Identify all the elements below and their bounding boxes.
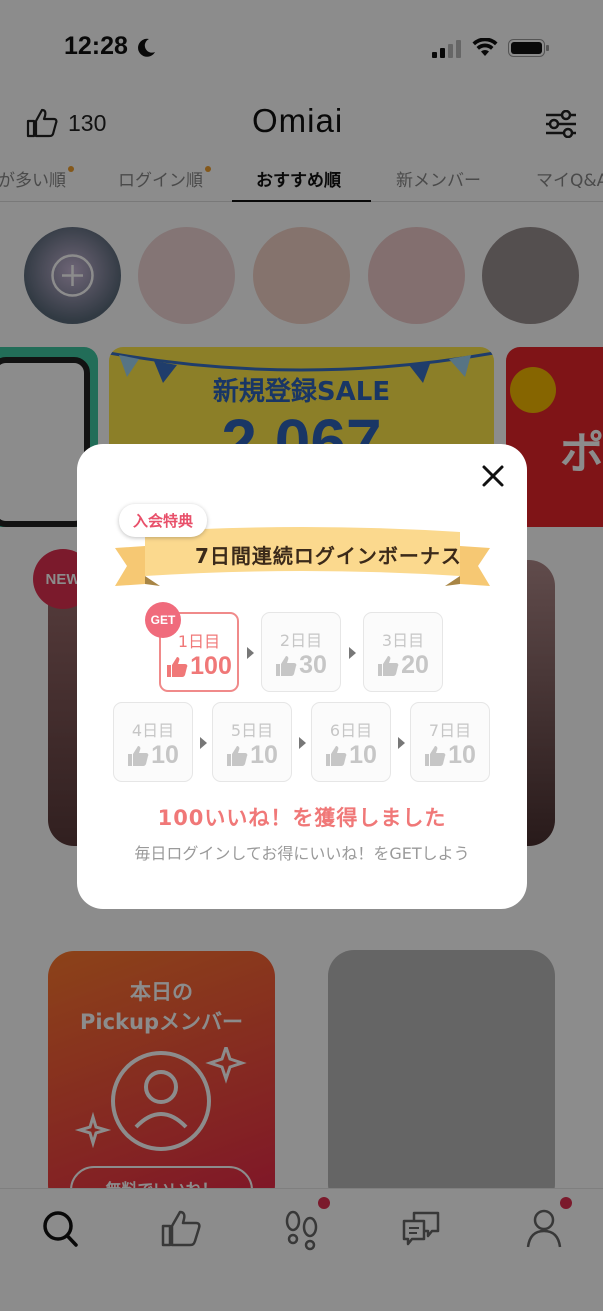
thumbs-up-icon <box>378 655 399 676</box>
day-7-box: 7日目 10 <box>410 702 490 782</box>
login-bonus-modal: 入会特典 7日間連続ログインボーナス GET 1日目 100 2日目 30 3日… <box>77 444 527 909</box>
arrow-icon <box>299 737 306 749</box>
thumbs-up-icon <box>425 745 446 766</box>
day-3-box: 3日目 20 <box>363 612 443 692</box>
thumbs-up-icon <box>167 656 188 677</box>
thumbs-up-icon <box>128 745 149 766</box>
sub-message: 毎日ログインしてお得にいいね！をGETしよう <box>134 844 470 863</box>
arrow-icon <box>247 647 254 659</box>
arrow-icon <box>398 737 405 749</box>
thumbs-up-icon <box>276 655 297 676</box>
day-4-box: 4日目 10 <box>113 702 193 782</box>
thumbs-up-icon <box>326 745 347 766</box>
arrow-icon <box>349 647 356 659</box>
get-badge: GET <box>145 602 181 638</box>
day-2-box: 2日目 30 <box>261 612 341 692</box>
day-6-box: 6日目 10 <box>311 702 391 782</box>
day-5-box: 5日目 10 <box>212 702 292 782</box>
bonus-ribbon: 入会特典 7日間連続ログインボーナス <box>115 504 490 594</box>
ribbon-tag: 入会特典 <box>119 504 208 537</box>
bonus-title: 7日間連続ログインボーナス <box>195 544 462 568</box>
close-icon[interactable] <box>479 462 507 490</box>
result-message: 100いいね！を獲得しました <box>157 806 447 830</box>
arrow-icon <box>200 737 207 749</box>
thumbs-up-icon <box>227 745 248 766</box>
